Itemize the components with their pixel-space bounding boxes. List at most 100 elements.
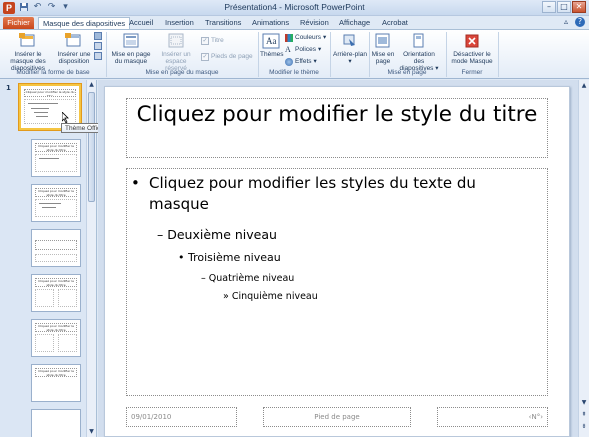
tab-accueil[interactable]: Accueil	[125, 17, 157, 29]
mini-title-placeholder: Cliquez pour modifier le style du titre	[35, 188, 77, 197]
master-layout-icon	[123, 33, 139, 48]
tab-acrobat[interactable]: Acrobat	[378, 17, 412, 29]
ribbon-separator	[106, 32, 107, 77]
previous-slide-icon[interactable]: ⇞	[580, 410, 588, 419]
layout-thumbnail[interactable]: Cliquez pour modifier le style du titre	[31, 319, 81, 357]
mini-body-placeholder	[35, 154, 77, 172]
slide-orientation-icon	[413, 33, 424, 48]
layout-thumbnail[interactable]	[31, 409, 81, 437]
mouse-cursor-icon	[62, 112, 69, 123]
effects-icon	[285, 57, 293, 66]
maximize-button[interactable]: □	[557, 1, 571, 13]
tab-revision[interactable]: Révision	[296, 17, 333, 29]
rename-layout-icon[interactable]	[94, 42, 102, 50]
mini-title-placeholder: Cliquez pour modifier le style du titre	[35, 143, 77, 152]
insert-placeholder-icon	[168, 33, 184, 48]
ribbon: Insérer le masque des diapositives Insér…	[0, 29, 589, 79]
insert-master-icon	[19, 33, 35, 47]
ribbon-separator	[330, 32, 331, 77]
svg-text:Aa: Aa	[266, 36, 277, 46]
master-slide-number: 1	[6, 84, 11, 92]
inserer-disposition-button[interactable]: Insérer une disposition	[55, 33, 93, 65]
tab-affichage[interactable]: Affichage	[335, 17, 374, 29]
tab-transitions[interactable]: Transitions	[201, 17, 245, 29]
mini-text-line	[28, 103, 58, 104]
minimize-button[interactable]: –	[542, 1, 556, 13]
layout-thumbnail[interactable]: Cliquez pour modifier le style du titre	[31, 274, 81, 312]
help-area: ▵ ?	[561, 17, 585, 27]
couleurs-button[interactable]: Couleurs ▾	[285, 33, 326, 42]
collapse-ribbon-icon[interactable]: ▵	[561, 17, 571, 27]
scroll-down-arrow-icon[interactable]: ▼	[88, 428, 95, 436]
colors-icon	[285, 33, 293, 42]
scroll-up-arrow-icon[interactable]: ▲	[580, 81, 588, 90]
text-level-2: – Deuxième niveau	[157, 227, 277, 242]
tab-insertion[interactable]: Insertion	[161, 17, 198, 29]
mise-en-page-masque-button[interactable]: Mise en page du masque	[109, 33, 153, 65]
preserve-master-icon[interactable]	[94, 52, 102, 60]
slide-scrollbar[interactable]: ▲ ▼ ⇞ ⇟	[578, 80, 589, 437]
tab-masque-des-diapositives[interactable]: Masque des diapositives	[38, 17, 131, 29]
pieds-de-page-checkbox[interactable]: ✓	[201, 52, 209, 61]
inserer-masque-button[interactable]: Insérer le masque des diapositives	[2, 33, 54, 72]
bullet-icon: •	[178, 251, 188, 264]
mini-body-placeholder	[58, 289, 77, 307]
mini-body-placeholder	[58, 334, 77, 352]
orientation-diapositives-button[interactable]: Orientation des diapositives ▾	[397, 33, 441, 72]
mini-text-line	[34, 112, 48, 113]
mise-en-page-button[interactable]: Mise en page	[371, 33, 395, 65]
help-icon[interactable]: ?	[575, 17, 585, 27]
title-placeholder[interactable]: Cliquez pour modifier le style du titre	[126, 98, 548, 158]
titre-checkbox[interactable]: ✓	[201, 36, 209, 45]
close-button[interactable]: ✕	[572, 1, 586, 13]
arriere-plan-button[interactable]: Arrière-plan ▾	[332, 33, 368, 65]
date-placeholder[interactable]: 09/01/2010	[126, 407, 237, 427]
layout-thumbnail[interactable]: Cliquez pour modifier le style du titre	[31, 364, 81, 402]
ribbon-separator	[446, 32, 447, 77]
ribbon-tabs: Fichier Masque des diapositives Accueil …	[0, 16, 589, 29]
text-level-1: • Cliquez pour modifier les styles du te…	[131, 174, 476, 213]
group-mise-en-page-label: Mise en page	[387, 69, 427, 76]
desactiver-mode-masque-button[interactable]: Désactiver le mode Masque	[448, 33, 496, 65]
polices-button[interactable]: A Polices ▾	[285, 45, 321, 54]
next-slide-icon[interactable]: ⇟	[580, 422, 588, 431]
background-icon	[343, 34, 355, 46]
tab-fichier[interactable]: Fichier	[3, 17, 34, 29]
effets-button[interactable]: Effets ▾	[285, 57, 317, 66]
mini-body-placeholder	[35, 254, 77, 262]
window-title: Présentation4 - Microsoft PowerPoint	[224, 2, 365, 12]
thumbnail-scrollbar[interactable]: ▲ ▼	[86, 80, 96, 437]
themes-button[interactable]: Aa Thèmes	[260, 33, 283, 58]
scroll-up-arrow-icon[interactable]: ▲	[88, 81, 95, 89]
scrollbar-thumb[interactable]	[88, 92, 95, 202]
group-modifier-forme-label: Modifier la forme de base	[16, 69, 90, 76]
pieds-de-page-checkbox-row[interactable]: ✓ Pieds de page	[201, 52, 253, 61]
scroll-down-arrow-icon[interactable]: ▼	[580, 398, 588, 407]
mini-title-placeholder: Cliquez pour modifier le style du titre	[35, 278, 77, 287]
inserer-espace-reserve-button[interactable]: Insérer un espace réservé	[154, 33, 198, 72]
layout-small-tools	[94, 32, 102, 60]
mini-title-placeholder: Cliquez pour modifier le style du titre	[35, 368, 77, 377]
titre-checkbox-row[interactable]: ✓ Titre	[201, 36, 224, 45]
footer-placeholder[interactable]: Pied de page	[263, 407, 411, 427]
dash-bullet-icon: –	[157, 227, 168, 242]
mini-body-placeholder	[35, 289, 54, 307]
mini-title-placeholder: Cliquez pour modifier le style du titre	[24, 89, 76, 97]
text-level-3: • Troisième niveau	[178, 251, 281, 264]
themes-icon: Aa	[262, 33, 280, 49]
layout-thumbnail[interactable]: Cliquez pour modifier le style du titre	[31, 139, 81, 177]
layout-thumbnail[interactable]	[31, 229, 81, 267]
delete-layout-icon[interactable]	[94, 32, 102, 40]
layout-thumbnail[interactable]: Cliquez pour modifier le style du titre	[31, 184, 81, 222]
mini-title-placeholder	[35, 240, 77, 250]
mini-title-placeholder: Cliquez pour modifier le style du titre	[35, 323, 77, 332]
slide-number-placeholder[interactable]: ‹N°›	[437, 407, 548, 427]
bullet-icon: •	[131, 174, 140, 192]
body-placeholder[interactable]: • Cliquez pour modifier les styles du te…	[126, 168, 548, 396]
mini-body-placeholder	[35, 199, 77, 217]
dash-bullet-icon: –	[201, 273, 209, 284]
text-level-5: » Cinquième niveau	[223, 291, 318, 302]
fonts-icon: A	[285, 44, 291, 54]
mini-body-placeholder	[35, 334, 54, 352]
tab-animations[interactable]: Animations	[248, 17, 293, 29]
